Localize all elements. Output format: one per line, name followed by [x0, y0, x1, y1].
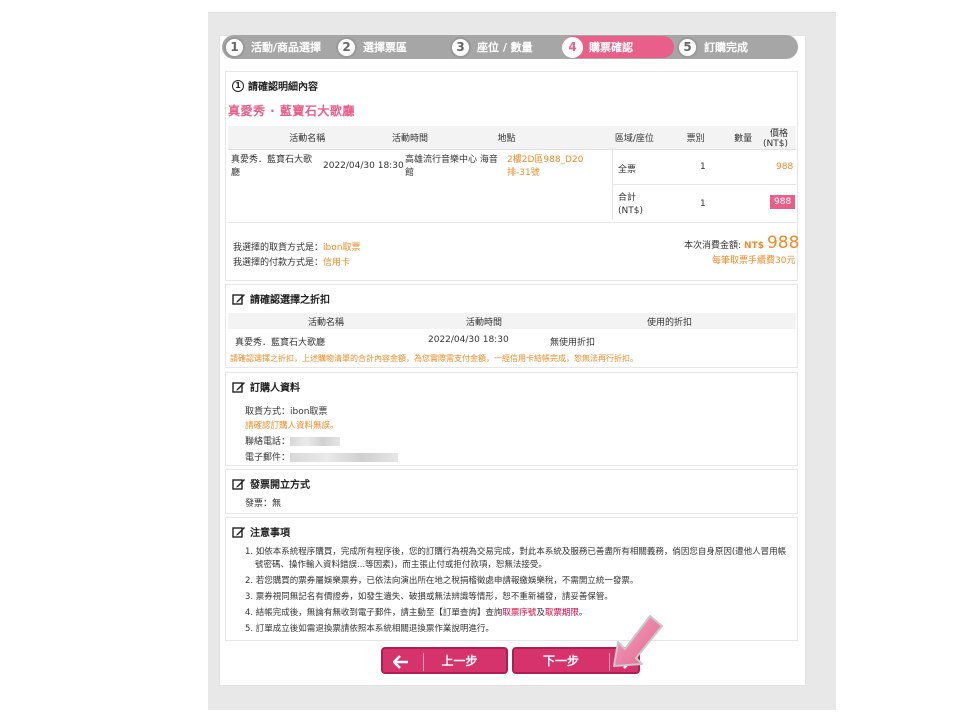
cell-ticket-type: 全票 — [618, 165, 637, 175]
discount-event-time: 2022/04/30 18:30 — [428, 335, 509, 345]
phone-redacted — [290, 437, 341, 446]
step-number: 4 — [562, 36, 583, 58]
col-header — [228, 126, 290, 150]
cell-event-name: 真愛秀．藍寶石大歌廳 — [231, 155, 313, 178]
total-amount: 本次消費金額: NT$ 988 — [684, 233, 800, 253]
step-5: 5 訂購完成 — [677, 36, 748, 58]
edit-icon — [232, 478, 245, 490]
buyer-verify-note: 請確認訂購人資料無誤。 — [245, 421, 339, 431]
step-3: 3 座位 / 數量 — [450, 36, 533, 58]
note-item-3: 3. 票券視同無記名有價證券，如發生遺失、破損或無法辨識等情形，恕不重新補發，請… — [245, 592, 613, 602]
progress-steps: 1 活動/商品選擇 2 選擇票區 3 座位 / 數量 4 購票確認 5 訂購完成 — [222, 35, 798, 59]
divider — [612, 184, 796, 185]
edit-icon — [232, 381, 245, 393]
subtotal-label: 合計(NT$) — [618, 193, 643, 216]
confirm-section-title: 1 請確認明細內容 — [232, 78, 318, 93]
email-redacted — [290, 453, 399, 462]
discount-value: 無使用折扣 — [550, 338, 596, 348]
note-item-1: 1. 如依本系統程序購買，完成所有程序後，您的訂購行為視為交易完成，對此本系統及… — [245, 547, 787, 570]
col-header-qty: 數量 — [723, 126, 764, 150]
order-table: 活動名稱 活動時間 地點 區域/座位 票別 數量 價格(NT$) — [228, 126, 796, 150]
discount-section-title: 請確認選擇之折扣 — [232, 291, 330, 306]
discount-col-name: 活動名稱 — [308, 318, 345, 328]
subtotal-price-badge: 988 — [770, 195, 796, 209]
col-header-seat: 區域/座位 — [558, 126, 668, 150]
delivery-method: 我選擇的取貨方式是：ibon取票 — [233, 243, 361, 253]
discount-col-time: 活動時間 — [466, 318, 503, 328]
note-item-2: 2. 若您購買的票券屬娛樂票券，已依法向演出所在地之稅捐稽徵處申請報繳娛樂稅，不… — [245, 576, 639, 586]
buyer-email: 電子郵件： — [245, 450, 399, 463]
divider — [423, 653, 424, 671]
invoice-section: 發票開立方式 — [225, 469, 798, 514]
step-number: 5 — [677, 36, 698, 58]
payment-method: 我選擇的付款方式是：信用卡 — [233, 258, 351, 268]
step-2: 2 選擇票區 — [336, 36, 407, 58]
note-item-5: 5. 訂單成立後如需退換票請依照本系統相關退換票作業說明進行。 — [245, 624, 494, 634]
buyer-section-title: 訂購人資料 — [232, 379, 300, 394]
step-4-active: 4 購票確認 — [562, 36, 674, 58]
event-title: 真愛秀 · 藍寶石大歌廳 — [228, 104, 355, 118]
arrow-left-icon — [393, 655, 408, 669]
edit-icon — [232, 526, 245, 538]
cell-price: 988 — [776, 162, 794, 172]
step-number: 1 — [224, 36, 245, 58]
number-one-icon: 1 — [232, 79, 244, 92]
edit-icon — [232, 293, 245, 305]
buyer-phone: 聯絡電話： — [245, 434, 341, 447]
col-header-price: 價格(NT$) — [763, 126, 796, 150]
step-label: 購票確認 — [589, 41, 633, 54]
cell-venue: 高雄流行音樂中心 海音館 — [405, 155, 498, 178]
discount-note: 請確認選擇之折扣，上述購物清單的合計內容金額，為您實際需支付金額，一經信用卡結帳… — [230, 354, 638, 363]
step-label: 選擇票區 — [363, 41, 407, 54]
step-number: 3 — [450, 36, 471, 58]
note-item-4: 4. 結帳完成後，無論有無收到電子郵件，請主動至【訂單查詢】查詢取票序號及取票期… — [245, 608, 588, 618]
step-1: 1 活動/商品選擇 — [224, 36, 321, 58]
col-header-venue: 地點 — [459, 126, 559, 150]
step-label: 訂購完成 — [704, 41, 748, 54]
step-number: 2 — [336, 36, 357, 58]
notes-list: 1. 如依本系統程序購買，完成所有程序後，您的訂購行為視為交易完成，對此本系統及… — [245, 546, 791, 636]
invoice-section-title: 發票開立方式 — [232, 476, 310, 491]
col-header-name: 活動名稱 — [289, 126, 361, 150]
notes-section-title: 注意事項 — [232, 524, 290, 539]
cell-qty: 1 — [700, 162, 706, 172]
step-label: 活動/商品選擇 — [251, 41, 322, 54]
col-header-time: 活動時間 — [360, 126, 460, 150]
fee-note: 每筆取票手續費30元 — [712, 256, 796, 266]
step-label: 座位 / 數量 — [477, 41, 533, 54]
discount-col-discount: 使用的折扣 — [647, 318, 693, 328]
discount-event-name: 真愛秀．藍寶石大歌廳 — [235, 338, 326, 348]
cell-seat: 2樓2D區988_D20排-31號 — [507, 155, 584, 178]
col-header-type: 票別 — [667, 126, 724, 150]
subtotal-qty: 1 — [700, 199, 706, 209]
prev-step-button[interactable]: 上一步 — [381, 647, 508, 674]
pointer-arrow-icon — [613, 615, 663, 667]
invoice-value: 發票：無 — [245, 499, 282, 509]
cell-event-time: 2022/04/30 18:30 — [323, 161, 404, 171]
buyer-delivery: 取貨方式：ibon取票 — [245, 407, 328, 417]
divider — [228, 222, 796, 223]
